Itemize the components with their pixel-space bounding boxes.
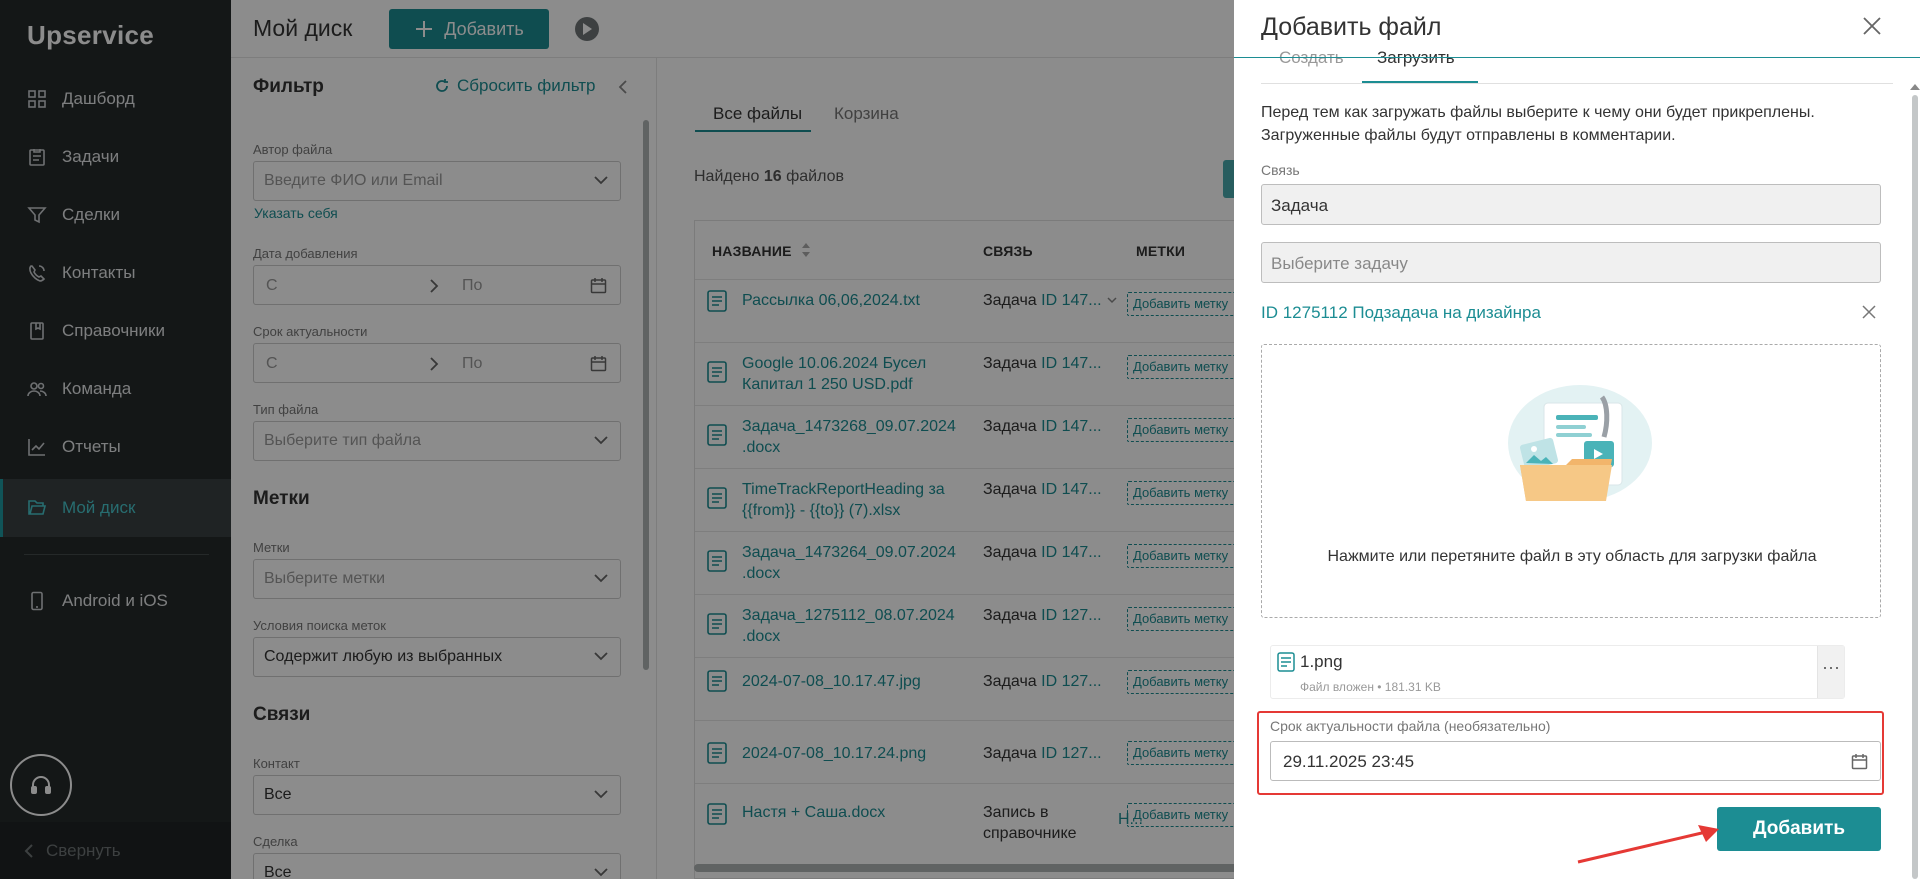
drawer-tabs: Создать Загрузить — [1261, 44, 1893, 84]
scroll-up-arrow-icon[interactable] — [1910, 84, 1920, 90]
calendar-icon[interactable] — [1851, 753, 1868, 770]
arrow-annotation-icon — [1577, 825, 1719, 864]
tab-create[interactable]: Создать — [1279, 48, 1344, 68]
modal-backdrop[interactable] — [0, 0, 1234, 879]
uploaded-file-name: 1.png — [1300, 652, 1343, 671]
close-icon[interactable] — [1862, 16, 1882, 36]
drawer-title: Добавить файл — [1261, 13, 1442, 41]
file-more-button[interactable]: ⋯ — [1817, 646, 1844, 698]
upload-info-text: Перед тем как загружать файлы выберите к… — [1261, 104, 1815, 144]
uploaded-file-item: 1.png Файл вложен • 181.31 KB ⋯ — [1270, 645, 1845, 699]
linked-task-link[interactable]: ID 1275112 Подзадача на дизайнра — [1261, 303, 1541, 323]
file-dropzone[interactable]: Нажмите или перетяните файл в эту област… — [1261, 344, 1881, 618]
header-divider — [1234, 57, 1920, 58]
tab-upload[interactable]: Загрузить — [1377, 48, 1455, 68]
relevance-date-input[interactable]: 29.11.2025 23:45 — [1270, 741, 1881, 781]
document-icon — [1277, 652, 1295, 672]
link-label: Связь — [1261, 162, 1300, 178]
drawer-scrollbar[interactable] — [1912, 95, 1918, 879]
relevance-date-label: Срок актуальности файла (необязательно) — [1270, 718, 1551, 734]
task-select[interactable]: Выберите задачу — [1261, 242, 1881, 283]
submit-add-button[interactable]: Добавить — [1717, 807, 1881, 851]
link-type-select[interactable]: Задача — [1261, 184, 1881, 225]
close-icon[interactable] — [1862, 305, 1876, 319]
folder-upload-illustration — [1508, 385, 1652, 501]
relevance-date-value: 29.11.2025 23:45 — [1283, 752, 1415, 771]
dropzone-text: Нажмите или перетяните файл в эту област… — [1327, 548, 1817, 565]
uploaded-file-meta: Файл вложен • 181.31 KB — [1300, 680, 1441, 694]
add-file-drawer: Добавить файл Создать Загрузить Перед те… — [1234, 0, 1920, 879]
active-tab-indicator — [1362, 81, 1478, 83]
